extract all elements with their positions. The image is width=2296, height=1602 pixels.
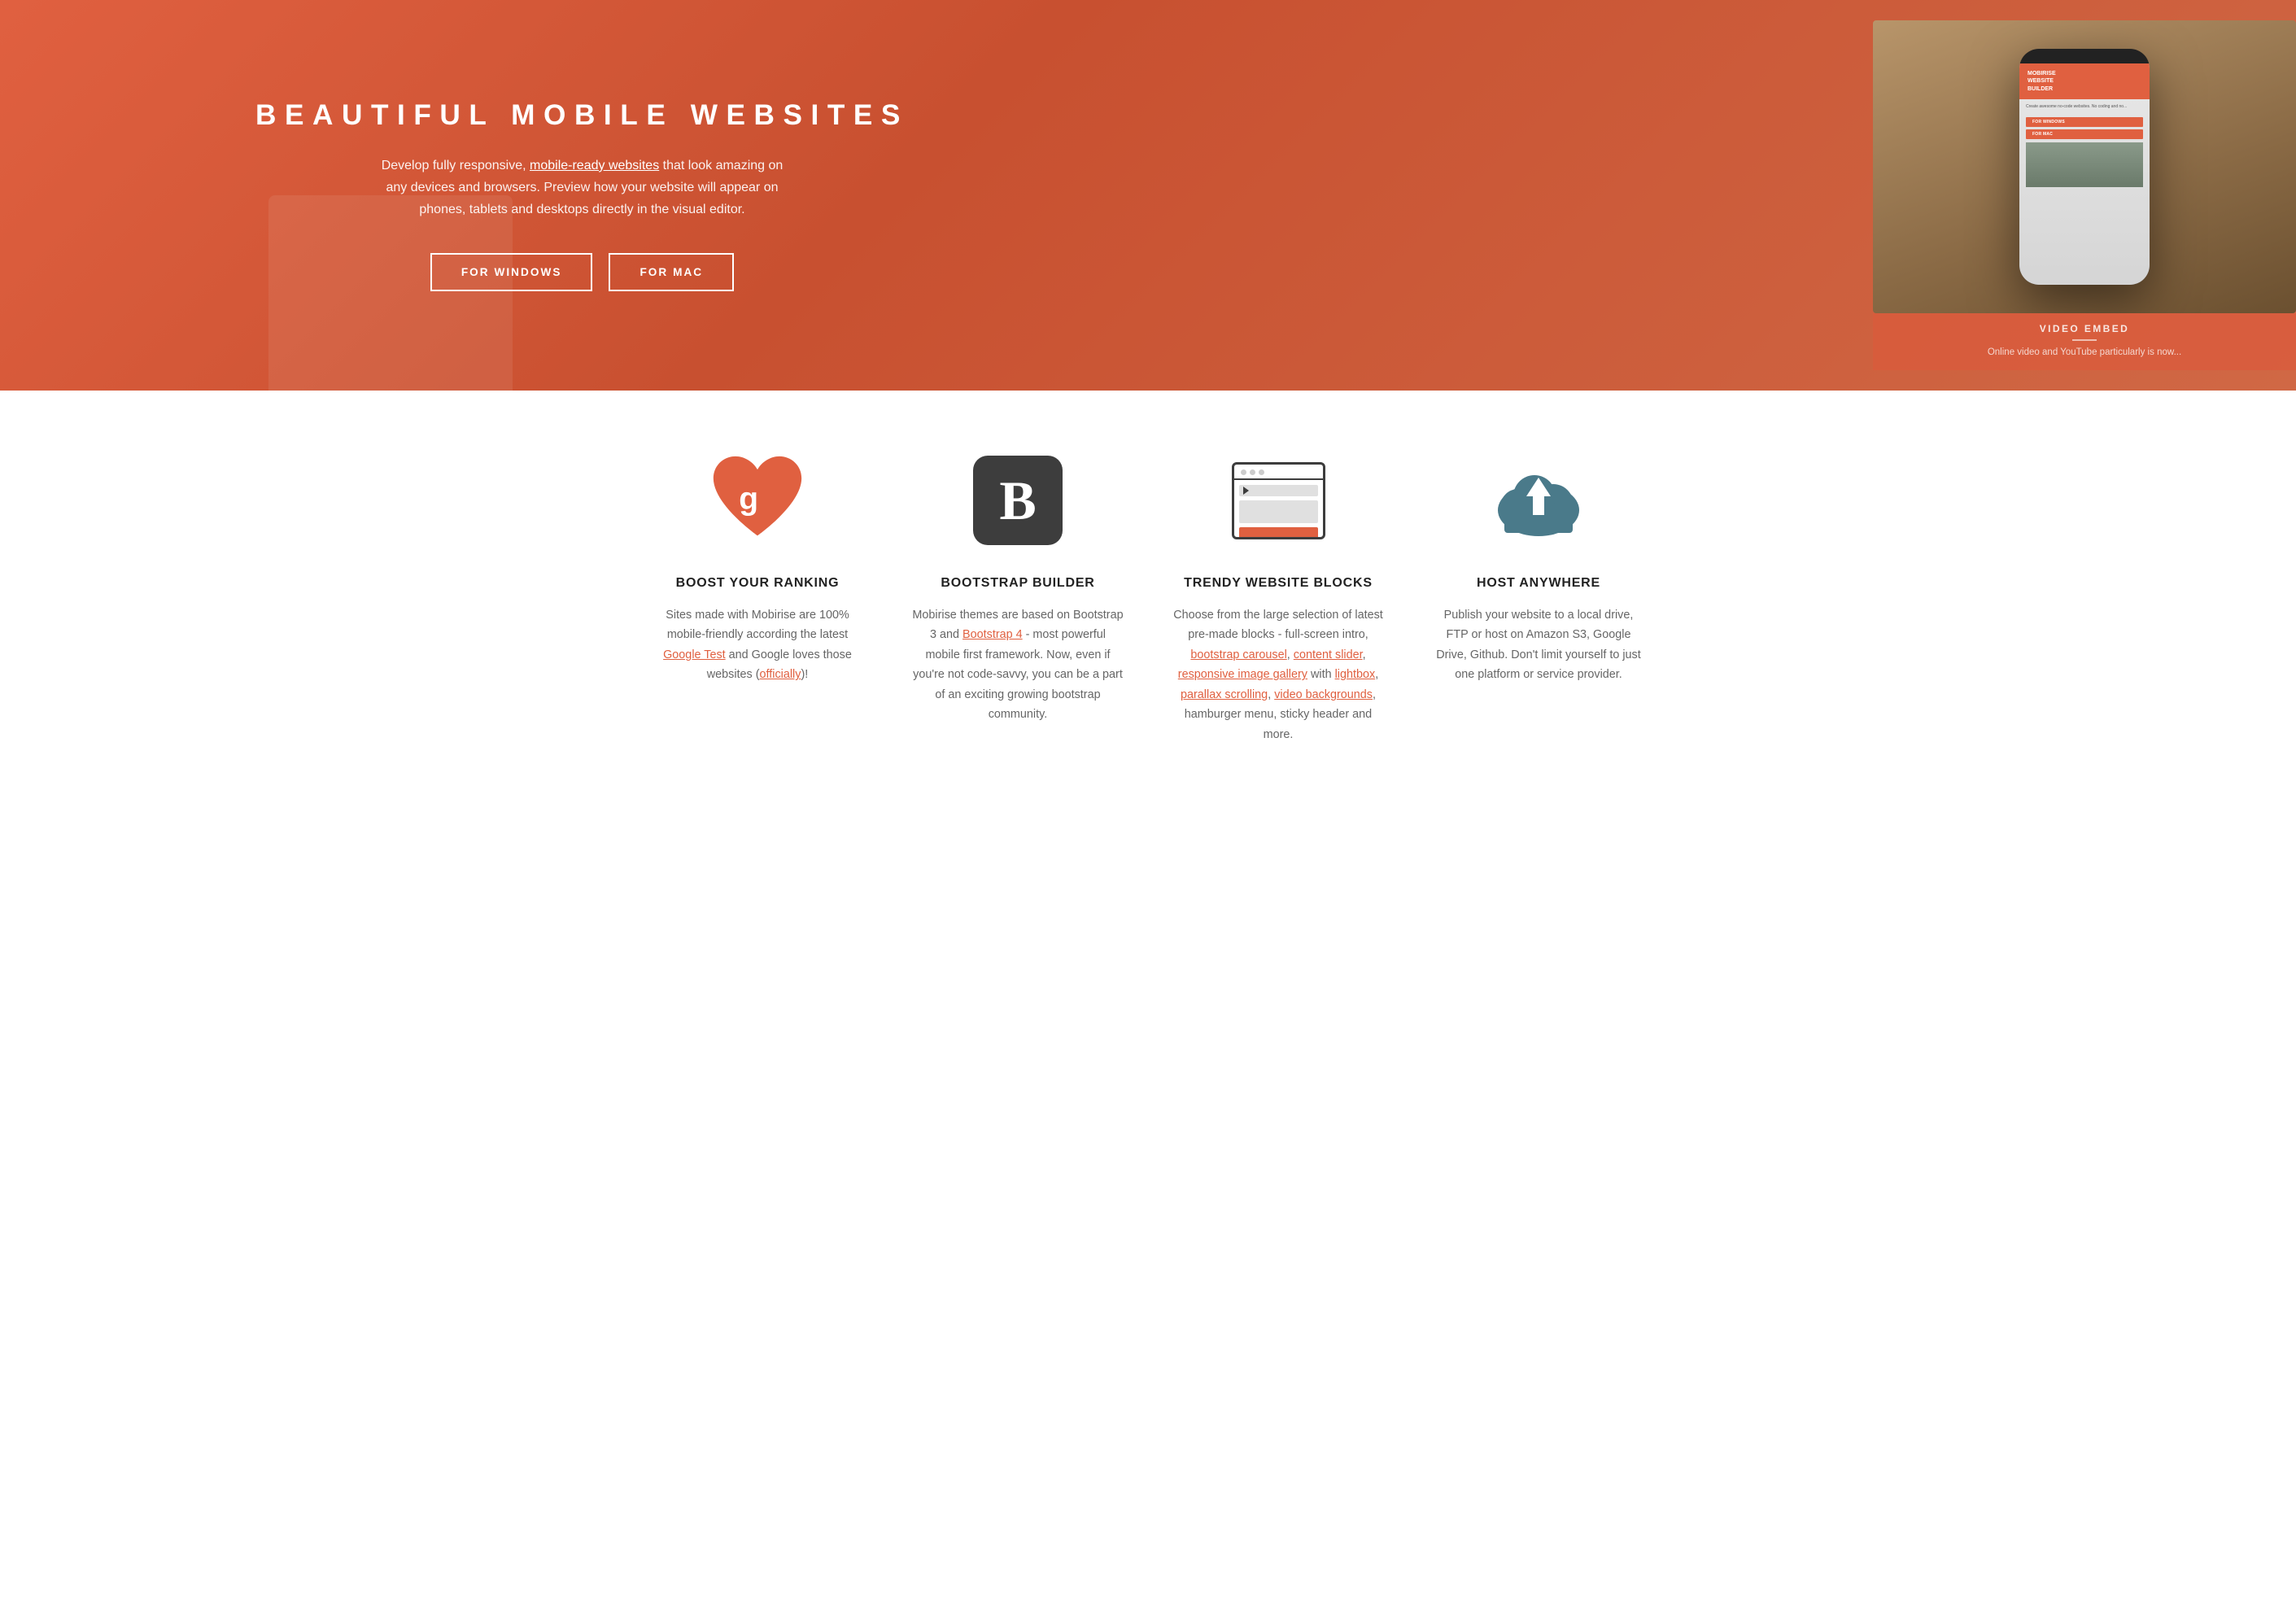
hero-phone-image: MOBIRISE WEBSITE BUILDER Create awesome … — [1873, 20, 2296, 313]
video-line-decoration — [2072, 339, 2097, 341]
video-description: Online video and YouTube particularly is… — [1988, 346, 2181, 360]
feature-host-anywhere: HOST ANYWHERE Publish your website to a … — [1408, 447, 1669, 744]
bootstrap-b-icon: B — [973, 456, 1063, 545]
feature-bootstrap-builder: B BOOTSTRAP BUILDER Mobirise themes are … — [888, 447, 1148, 744]
officially-link[interactable]: officially — [760, 668, 801, 681]
trendy-desc-plain: Choose from the large selection of lates… — [1173, 609, 1383, 641]
hero-video-strip: VIDEO EMBED Online video and YouTube par… — [1873, 313, 2296, 369]
browser-nav-bar — [1239, 485, 1318, 496]
hero-desc-link[interactable]: mobile-ready websites — [530, 159, 659, 172]
boost-ranking-desc: Sites made with Mobirise are 100% mobile… — [652, 605, 863, 685]
host-anywhere-title: HOST ANYWHERE — [1477, 576, 1600, 591]
browser-blocks-icon — [1232, 462, 1325, 539]
trendy-blocks-title: TRENDY WEBSITE BLOCKS — [1184, 576, 1373, 591]
hero-buttons: FOR WINDOWS FOR MAC — [81, 253, 1083, 291]
phone-mockup: MOBIRISE WEBSITE BUILDER Create awesome … — [2019, 49, 2150, 285]
hero-image-col: MOBIRISE WEBSITE BUILDER Create awesome … — [1148, 20, 2296, 369]
parallax-link[interactable]: parallax scrolling — [1181, 688, 1268, 701]
bootstrap-builder-title: BOOTSTRAP BUILDER — [941, 576, 1094, 591]
cloud-upload-icon — [1490, 460, 1587, 541]
boost-ranking-icon-wrap: g — [705, 447, 810, 553]
feature-trendy-blocks: TRENDY WEBSITE BLOCKS Choose from the la… — [1148, 447, 1408, 744]
hero-section: BEAUTIFUL MOBILE WEBSITES Develop fully … — [0, 0, 2296, 391]
svg-text:g: g — [739, 482, 758, 517]
browser-dot-3 — [1259, 469, 1264, 475]
phone-btn-windows: FOR WINDOWS — [2026, 117, 2143, 127]
host-anywhere-desc: Publish your website to a local drive, F… — [1433, 605, 1644, 685]
browser-dot-1 — [1241, 469, 1246, 475]
phone-btn-mac: FOR MAC — [2026, 129, 2143, 139]
heart-google-icon: g — [705, 447, 810, 553]
feature-boost-ranking: g BOOST YOUR RANKING Sites made with Mob… — [627, 447, 888, 744]
phone-title-line2: WEBSITE — [2028, 77, 2141, 85]
bootstrap-carousel-link[interactable]: bootstrap carousel — [1190, 648, 1286, 661]
browser-block-tall — [1239, 500, 1318, 523]
phone-title-line3: BUILDER — [2028, 85, 2141, 93]
google-test-link[interactable]: Google Test — [663, 648, 726, 661]
hero-description: Develop fully responsive, mobile-ready w… — [371, 155, 794, 221]
windows-button[interactable]: FOR WINDOWS — [430, 253, 593, 291]
responsive-gallery-link[interactable]: responsive image gallery — [1178, 668, 1307, 681]
phone-title-line1: MOBIRISE — [2028, 70, 2141, 77]
trendy-blocks-desc: Choose from the large selection of lates… — [1172, 605, 1384, 744]
hero-text-col: BEAUTIFUL MOBILE WEBSITES Develop fully … — [0, 50, 1148, 341]
bootstrap-icon-wrap: B — [965, 447, 1071, 553]
browser-block-orange — [1239, 527, 1318, 539]
boost-desc-plain: Sites made with Mobirise are 100% mobile… — [666, 609, 849, 641]
phone-image-area — [2026, 142, 2143, 187]
bootstrap-desc-middle: - most powerful mobile first framework. … — [913, 628, 1123, 721]
lightbox-link[interactable]: lightbox — [1335, 668, 1376, 681]
boost-ranking-title: BOOST YOUR RANKING — [676, 576, 840, 591]
bootstrap4-link[interactable]: Bootstrap 4 — [962, 628, 1023, 641]
phone-screen-body: Create awesome no-code websites. No codi… — [2019, 99, 2150, 115]
hero-desc-prefix: Develop fully responsive, — [382, 159, 530, 172]
mac-button[interactable]: FOR MAC — [609, 253, 734, 291]
trendy-blocks-icon-wrap — [1225, 447, 1331, 553]
trendy-desc-mid2: with — [1307, 668, 1335, 681]
host-anywhere-icon-wrap — [1486, 447, 1591, 553]
browser-dot-2 — [1250, 469, 1255, 475]
bootstrap-builder-desc: Mobirise themes are based on Bootstrap 3… — [912, 605, 1124, 725]
phone-screen-header: MOBIRISE WEBSITE BUILDER — [2019, 63, 2150, 98]
browser-dots — [1234, 465, 1323, 480]
browser-content — [1234, 480, 1323, 539]
hero-title: BEAUTIFUL MOBILE WEBSITES — [81, 99, 1083, 132]
features-section: g BOOST YOUR RANKING Sites made with Mob… — [0, 391, 2296, 810]
video-bg-link[interactable]: video backgrounds — [1274, 688, 1373, 701]
content-slider-link[interactable]: content slider — [1294, 648, 1363, 661]
boost-desc-end: )! — [801, 668, 808, 681]
phone-screen: MOBIRISE WEBSITE BUILDER Create awesome … — [2019, 63, 2150, 285]
video-embed-label: VIDEO EMBED — [2040, 323, 2129, 334]
